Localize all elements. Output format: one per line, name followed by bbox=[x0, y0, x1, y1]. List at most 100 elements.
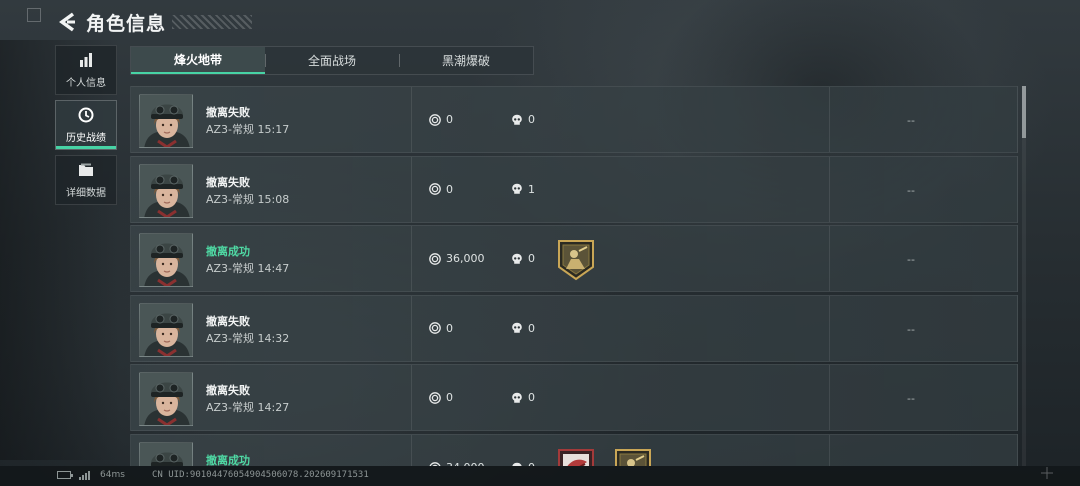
skull-icon bbox=[512, 392, 522, 403]
extra-info: -- bbox=[907, 392, 915, 406]
loot-value: 0 bbox=[429, 113, 453, 126]
row-divider bbox=[411, 295, 412, 361]
tab-full-battlefield[interactable]: 全面战场 bbox=[265, 47, 399, 74]
extra-info: -- bbox=[907, 114, 915, 127]
operator-avatar bbox=[139, 302, 193, 357]
nav-label: 详细数据 bbox=[66, 188, 106, 199]
coin-icon bbox=[429, 113, 441, 126]
ping-text: 64ms bbox=[100, 470, 125, 480]
loot-value: 36,000 bbox=[429, 252, 485, 265]
row-divider bbox=[411, 156, 412, 222]
extraction-status: 撤离失败 bbox=[206, 175, 250, 189]
loot-value: 0 bbox=[429, 183, 453, 196]
row-divider bbox=[411, 435, 412, 466]
mode-tabs: 烽火地带 全面战场 黑潮爆破 bbox=[130, 46, 534, 75]
row-divider bbox=[829, 365, 830, 431]
scrollbar-thumb[interactable] bbox=[1022, 86, 1026, 138]
row-divider bbox=[829, 295, 830, 361]
gold-badge-icon[interactable] bbox=[557, 239, 595, 281]
coin-icon bbox=[429, 322, 441, 335]
extra-info: -- bbox=[907, 253, 915, 267]
battery-icon bbox=[57, 471, 73, 479]
extra-info: -- bbox=[907, 322, 915, 336]
loot-value: 0 bbox=[429, 391, 453, 404]
map-and-time: AZ3-常规 14:32 bbox=[206, 331, 290, 345]
loot-value-text: 36,000 bbox=[446, 252, 485, 266]
red-badge-icon[interactable] bbox=[557, 448, 595, 466]
match-row[interactable]: 撤离成功 AZ3-常规 14:47 36,000 0 -- bbox=[130, 225, 1018, 293]
kill-count-text: 0 bbox=[528, 321, 535, 335]
map-and-time: AZ3-常规 15:17 bbox=[206, 123, 290, 136]
kill-count-text: 0 bbox=[528, 113, 535, 126]
kill-count: 0 bbox=[511, 252, 535, 265]
operator-avatar bbox=[139, 372, 193, 427]
uid-text: CN UID:9010447605490450​6078.20260917153… bbox=[152, 470, 369, 480]
tab-dark-tide[interactable]: 黑潮爆破 bbox=[399, 47, 533, 74]
match-row[interactable]: 撤离成功 34,000 0 bbox=[130, 434, 1018, 466]
scrollbar-track[interactable] bbox=[1022, 86, 1026, 466]
kill-count: 0 bbox=[511, 113, 535, 126]
extraction-status: 撤离成功 bbox=[206, 245, 250, 259]
nav-label: 历史战绩 bbox=[66, 133, 106, 144]
clock-icon bbox=[78, 106, 94, 124]
gold-badge-icon[interactable] bbox=[614, 448, 652, 466]
bar-chart-icon bbox=[79, 51, 93, 69]
kill-count-text: 1 bbox=[528, 182, 535, 196]
kill-count: 0 bbox=[511, 322, 535, 335]
match-row[interactable]: 撤离失败 AZ3-常规 15:08 0 1 -- bbox=[130, 155, 1018, 223]
side-nav: 个人信息 历史战绩 详细数据 bbox=[55, 45, 117, 210]
skull-icon bbox=[512, 323, 522, 334]
map-and-time: AZ3-常规 14:27 bbox=[206, 401, 290, 415]
kill-count: 1 bbox=[511, 183, 535, 196]
extraction-status: 撤离失败 bbox=[206, 106, 250, 119]
skull-icon bbox=[512, 183, 522, 194]
nav-label: 个人信息 bbox=[66, 78, 106, 89]
signal-icon bbox=[79, 470, 91, 480]
row-divider bbox=[411, 87, 412, 152]
folder-icon bbox=[78, 161, 94, 179]
loot-value: 0 bbox=[429, 322, 453, 335]
tab-hazard-zone[interactable]: 烽火地带 bbox=[131, 47, 265, 74]
extraction-status: 撤离失败 bbox=[206, 384, 250, 398]
kill-count-text: 0 bbox=[528, 252, 535, 266]
loot-value-text: 0 bbox=[446, 321, 453, 335]
loot-value-text: 0 bbox=[446, 113, 453, 126]
operator-avatar bbox=[139, 94, 193, 148]
operator-avatar bbox=[139, 442, 193, 466]
header: 角色信息 bbox=[56, 8, 253, 36]
extra-info: -- bbox=[907, 183, 915, 197]
extraction-status: 撤离成功 bbox=[206, 454, 250, 466]
match-row[interactable]: 撤离失败 AZ3-常规 15:17 0 0 -- bbox=[130, 86, 1018, 153]
coin-icon bbox=[429, 252, 441, 265]
match-history-list[interactable]: 撤离失败 AZ3-常规 15:17 0 0 -- 撤离失败 AZ3-常规 15:… bbox=[130, 86, 1018, 466]
skull-icon bbox=[512, 253, 522, 264]
row-divider bbox=[829, 87, 830, 152]
coin-icon bbox=[429, 392, 441, 404]
row-divider bbox=[829, 435, 830, 466]
loot-value-text: 0 bbox=[446, 182, 453, 196]
row-divider bbox=[829, 226, 830, 292]
row-divider bbox=[411, 365, 412, 431]
operator-avatar bbox=[139, 163, 193, 218]
nav-item-personal-info[interactable]: 个人信息 bbox=[55, 45, 117, 95]
back-button[interactable] bbox=[56, 10, 78, 34]
map-and-time: AZ3-常规 15:08 bbox=[206, 192, 290, 206]
match-row[interactable]: 撤离失败 AZ3-常规 14:27 0 0 -- bbox=[130, 364, 1018, 432]
kill-count-text: 0 bbox=[528, 391, 535, 405]
page-title: 角色信息 bbox=[86, 12, 167, 35]
coin-icon bbox=[429, 183, 441, 195]
extraction-status: 撤离失败 bbox=[206, 314, 250, 328]
nav-item-match-history[interactable]: 历史战绩 bbox=[55, 100, 117, 150]
skull-icon bbox=[512, 114, 522, 125]
title-decoration bbox=[172, 15, 253, 29]
map-and-time: AZ3-常规 14:47 bbox=[206, 262, 290, 276]
row-divider bbox=[411, 226, 412, 292]
nav-item-detailed-data[interactable]: 详细数据 bbox=[55, 155, 117, 205]
row-divider bbox=[829, 156, 830, 222]
match-row[interactable]: 撤离失败 AZ3-常规 14:32 0 0 -- bbox=[130, 294, 1018, 362]
kill-count: 0 bbox=[511, 391, 535, 404]
operator-avatar bbox=[139, 233, 193, 288]
back-arrow-icon bbox=[59, 12, 75, 32]
corner-frame-icon bbox=[27, 8, 41, 22]
loot-value-text: 0 bbox=[446, 391, 453, 405]
